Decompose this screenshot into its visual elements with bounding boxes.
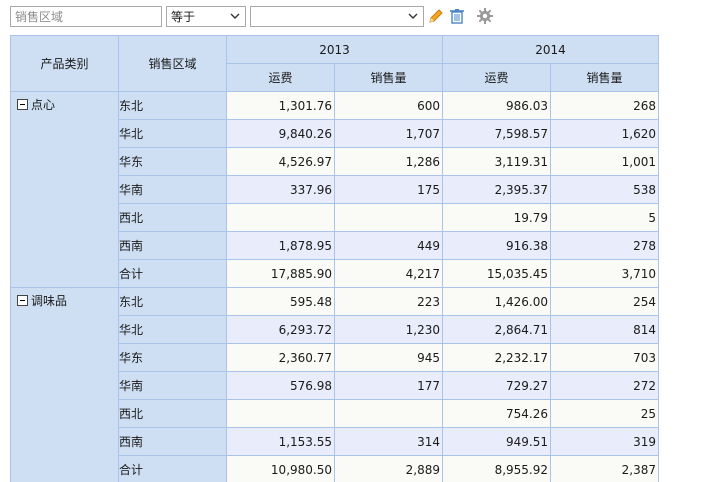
value-cell: 916.38	[442, 231, 551, 260]
value-select[interactable]	[250, 5, 424, 27]
collapse-toggle-icon[interactable]	[17, 99, 28, 110]
region-cell: 华东	[118, 343, 227, 372]
value-cell: 814	[550, 315, 659, 344]
value-cell: 2,864.71	[442, 315, 551, 344]
value-cell: 576.98	[226, 371, 335, 400]
value-cell	[226, 399, 335, 428]
category-label: 调味品	[31, 294, 68, 308]
header-measure-quantity[interactable]: 销售量	[334, 63, 443, 92]
value-cell: 986.03	[442, 91, 551, 120]
chevron-down-icon	[408, 13, 418, 19]
value-cell: 600	[334, 91, 443, 120]
value-cell: 4,217	[334, 259, 443, 288]
region-cell: 华南	[118, 371, 227, 400]
value-cell: 278	[550, 231, 659, 260]
value-cell: 177	[334, 371, 443, 400]
value-cell: 268	[550, 91, 659, 120]
value-cell: 1,153.55	[226, 427, 335, 456]
header-measure-quantity[interactable]: 销售量	[550, 63, 659, 92]
value-cell: 1,286	[334, 147, 443, 176]
value-cell: 2,360.77	[226, 343, 335, 372]
region-cell: 华北	[118, 315, 227, 344]
value-cell: 337.96	[226, 175, 335, 204]
region-cell: 东北	[118, 287, 227, 316]
value-cell: 25	[550, 399, 659, 428]
value-cell: 2,395.37	[442, 175, 551, 204]
value-cell: 1,001	[550, 147, 659, 176]
value-cell: 223	[334, 287, 443, 316]
value-cell: 3,119.31	[442, 147, 551, 176]
header-product-category[interactable]: 产品类别	[10, 35, 119, 92]
value-cell: 1,707	[334, 119, 443, 148]
pencil-icon[interactable]	[427, 7, 445, 25]
value-cell: 2,889	[334, 455, 443, 482]
region-cell: 合计	[118, 455, 227, 482]
region-cell: 西南	[118, 427, 227, 456]
value-cell: 6,293.72	[226, 315, 335, 344]
value-cell: 729.27	[442, 371, 551, 400]
value-cell: 1,301.76	[226, 91, 335, 120]
region-cell: 西北	[118, 399, 227, 428]
value-cell: 314	[334, 427, 443, 456]
header-measure-freight[interactable]: 运费	[226, 63, 335, 92]
operator-select[interactable]: 等于	[166, 5, 246, 27]
value-cell: 7,598.57	[442, 119, 551, 148]
value-cell: 17,885.90	[226, 259, 335, 288]
value-cell	[334, 399, 443, 428]
field-input-placeholder: 销售区域	[15, 9, 64, 24]
value-cell: 5	[550, 203, 659, 232]
value-cell: 319	[550, 427, 659, 456]
value-cell: 3,710	[550, 259, 659, 288]
region-cell: 东北	[118, 91, 227, 120]
category-cell: 调味品	[10, 287, 119, 482]
chevron-down-icon	[230, 13, 240, 19]
value-cell: 754.26	[442, 399, 551, 428]
value-cell: 949.51	[442, 427, 551, 456]
header-year[interactable]: 2014	[442, 35, 659, 64]
value-cell: 595.48	[226, 287, 335, 316]
value-cell: 1,620	[550, 119, 659, 148]
value-cell: 8,955.92	[442, 455, 551, 482]
field-input[interactable]: 销售区域	[10, 5, 162, 27]
value-cell: 2,387	[550, 455, 659, 482]
value-cell: 4,526.97	[226, 147, 335, 176]
region-cell: 西北	[118, 203, 227, 232]
region-cell: 华南	[118, 175, 227, 204]
pivot-body: 点心 东北 1,301.76 600 986.03 268 华北 9,840.26 1,707 7…	[10, 91, 659, 482]
trash-icon[interactable]	[448, 7, 466, 25]
collapse-toggle-icon[interactable]	[17, 295, 28, 306]
gear-icon[interactable]	[476, 7, 494, 25]
value-cell: 19.79	[442, 203, 551, 232]
value-cell	[226, 203, 335, 232]
value-cell: 175	[334, 175, 443, 204]
region-cell: 华东	[118, 147, 227, 176]
category-label: 点心	[31, 98, 56, 112]
value-cell: 15,035.45	[442, 259, 551, 288]
value-cell: 254	[550, 287, 659, 316]
value-cell: 10,980.50	[226, 455, 335, 482]
header-measure-freight[interactable]: 运费	[442, 63, 551, 92]
category-cell: 点心	[10, 91, 119, 288]
value-cell: 945	[334, 343, 443, 372]
value-cell	[334, 203, 443, 232]
value-cell: 9,840.26	[226, 119, 335, 148]
table-row: 调味品 东北 595.48 223 1,426.00 254	[10, 287, 659, 482]
pivot-table: 产品类别 销售区域 2013 2014 运费 销售量 运费 销售量 点心 东北 1,…	[10, 35, 659, 482]
value-cell: 272	[550, 371, 659, 400]
value-cell: 449	[334, 231, 443, 260]
value-cell: 1,230	[334, 315, 443, 344]
value-cell: 1,878.95	[226, 231, 335, 260]
filter-bar: 销售区域 等于	[10, 5, 494, 27]
region-cell: 华北	[118, 119, 227, 148]
value-cell: 538	[550, 175, 659, 204]
header-year[interactable]: 2013	[226, 35, 443, 64]
value-cell: 2,232.17	[442, 343, 551, 372]
header-sales-region[interactable]: 销售区域	[118, 35, 227, 92]
region-cell: 合计	[118, 259, 227, 288]
operator-value: 等于	[171, 9, 196, 24]
region-cell: 西南	[118, 231, 227, 260]
value-cell: 1,426.00	[442, 287, 551, 316]
table-row: 点心 东北 1,301.76 600 986.03 268	[10, 91, 659, 288]
value-cell: 703	[550, 343, 659, 372]
